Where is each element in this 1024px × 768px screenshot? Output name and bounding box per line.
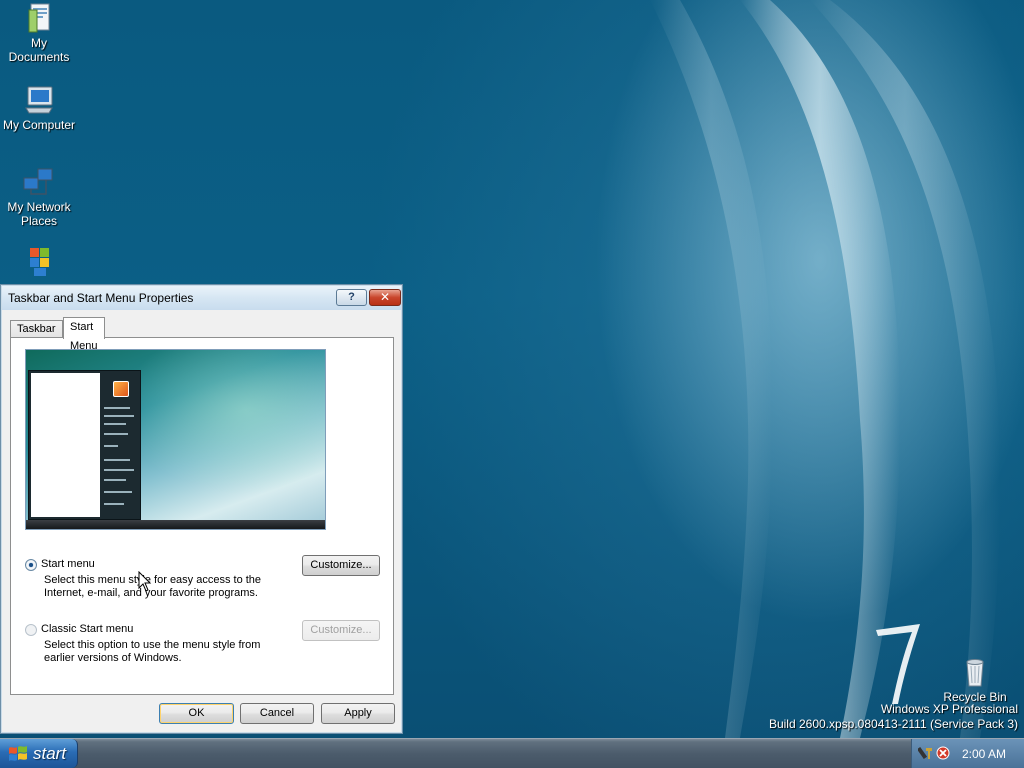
start-menu-radio[interactable] [25, 559, 37, 571]
security-alert-icon[interactable] [936, 746, 950, 760]
windows-app-icon [30, 248, 49, 276]
computer-icon [25, 86, 53, 114]
recycle-bin-icon [966, 659, 984, 687]
customize-button[interactable]: Customize... [302, 555, 380, 576]
classic-start-menu-radio-label[interactable]: Classic Start menu [41, 623, 133, 635]
windows-flag-icon [9, 746, 27, 761]
start-button[interactable]: start [0, 739, 78, 768]
tab-start-menu[interactable]: Start Menu [63, 317, 105, 352]
taskbar-start-menu-properties-dialog: Taskbar and Start Menu Properties ? ✕ Ta… [0, 284, 403, 734]
apply-button[interactable]: Apply [321, 703, 395, 724]
network-tools-icon[interactable] [918, 745, 934, 761]
os-name: Windows XP Professional [880, 702, 1018, 716]
desktop-icon-label: My Network Places [7, 200, 71, 228]
desktop-icon-my-network-places[interactable]: My Network Places [0, 166, 78, 228]
network-icon [23, 168, 53, 195]
ok-button[interactable]: OK [159, 703, 234, 724]
clock[interactable]: 2:00 AM [962, 747, 1006, 761]
preview-menu-left-pane [31, 373, 100, 517]
build-info: Build 2600.xpsp.080413-2111 (Service Pac… [768, 717, 1018, 731]
desktop-icon-label: My Documents [8, 36, 70, 64]
preview-start-menu [28, 370, 141, 520]
desktop-icon-recycle-bin[interactable]: Recycle Bin [936, 656, 1014, 704]
desktop-icon-my-documents[interactable]: My Documents [0, 2, 78, 64]
os-version-watermark: Windows XP Professional Build 2600.xpsp.… [769, 702, 1018, 732]
desktop-icon-windows-catalog[interactable] [0, 246, 78, 280]
windows-7-logo-mark [876, 624, 920, 704]
start-menu-tab-panel: Start menu Select this menu style for ea… [10, 337, 394, 695]
cancel-button[interactable]: Cancel [240, 703, 314, 724]
mouse-cursor-icon [138, 571, 152, 592]
taskbar: start 2:00 AM [0, 738, 1024, 768]
start-menu-preview-image [25, 349, 326, 530]
preview-user-picture [113, 381, 129, 397]
dialog-title: Taskbar and Start Menu Properties [8, 291, 194, 305]
tab-taskbar[interactable]: Taskbar [10, 320, 63, 338]
folder-documents-icon [28, 3, 50, 33]
desktop-icon-my-computer[interactable]: My Computer [0, 84, 78, 132]
classic-start-menu-description: Select this option to use the menu style… [44, 639, 261, 664]
system-tray: 2:00 AM [911, 739, 1024, 768]
classic-start-menu-radio[interactable] [25, 624, 37, 636]
dialog-titlebar[interactable]: Taskbar and Start Menu Properties ? ✕ [2, 286, 401, 310]
help-button[interactable]: ? [336, 289, 367, 306]
close-button[interactable]: ✕ [369, 289, 401, 306]
desktop-icon-label: My Computer [2, 118, 76, 132]
classic-customize-button[interactable]: Customize... [302, 620, 380, 641]
preview-taskbar [26, 520, 325, 529]
start-label: start [33, 744, 67, 763]
start-menu-radio-label[interactable]: Start menu [41, 558, 95, 570]
start-menu-description: Select this menu style for easy access t… [44, 574, 262, 599]
